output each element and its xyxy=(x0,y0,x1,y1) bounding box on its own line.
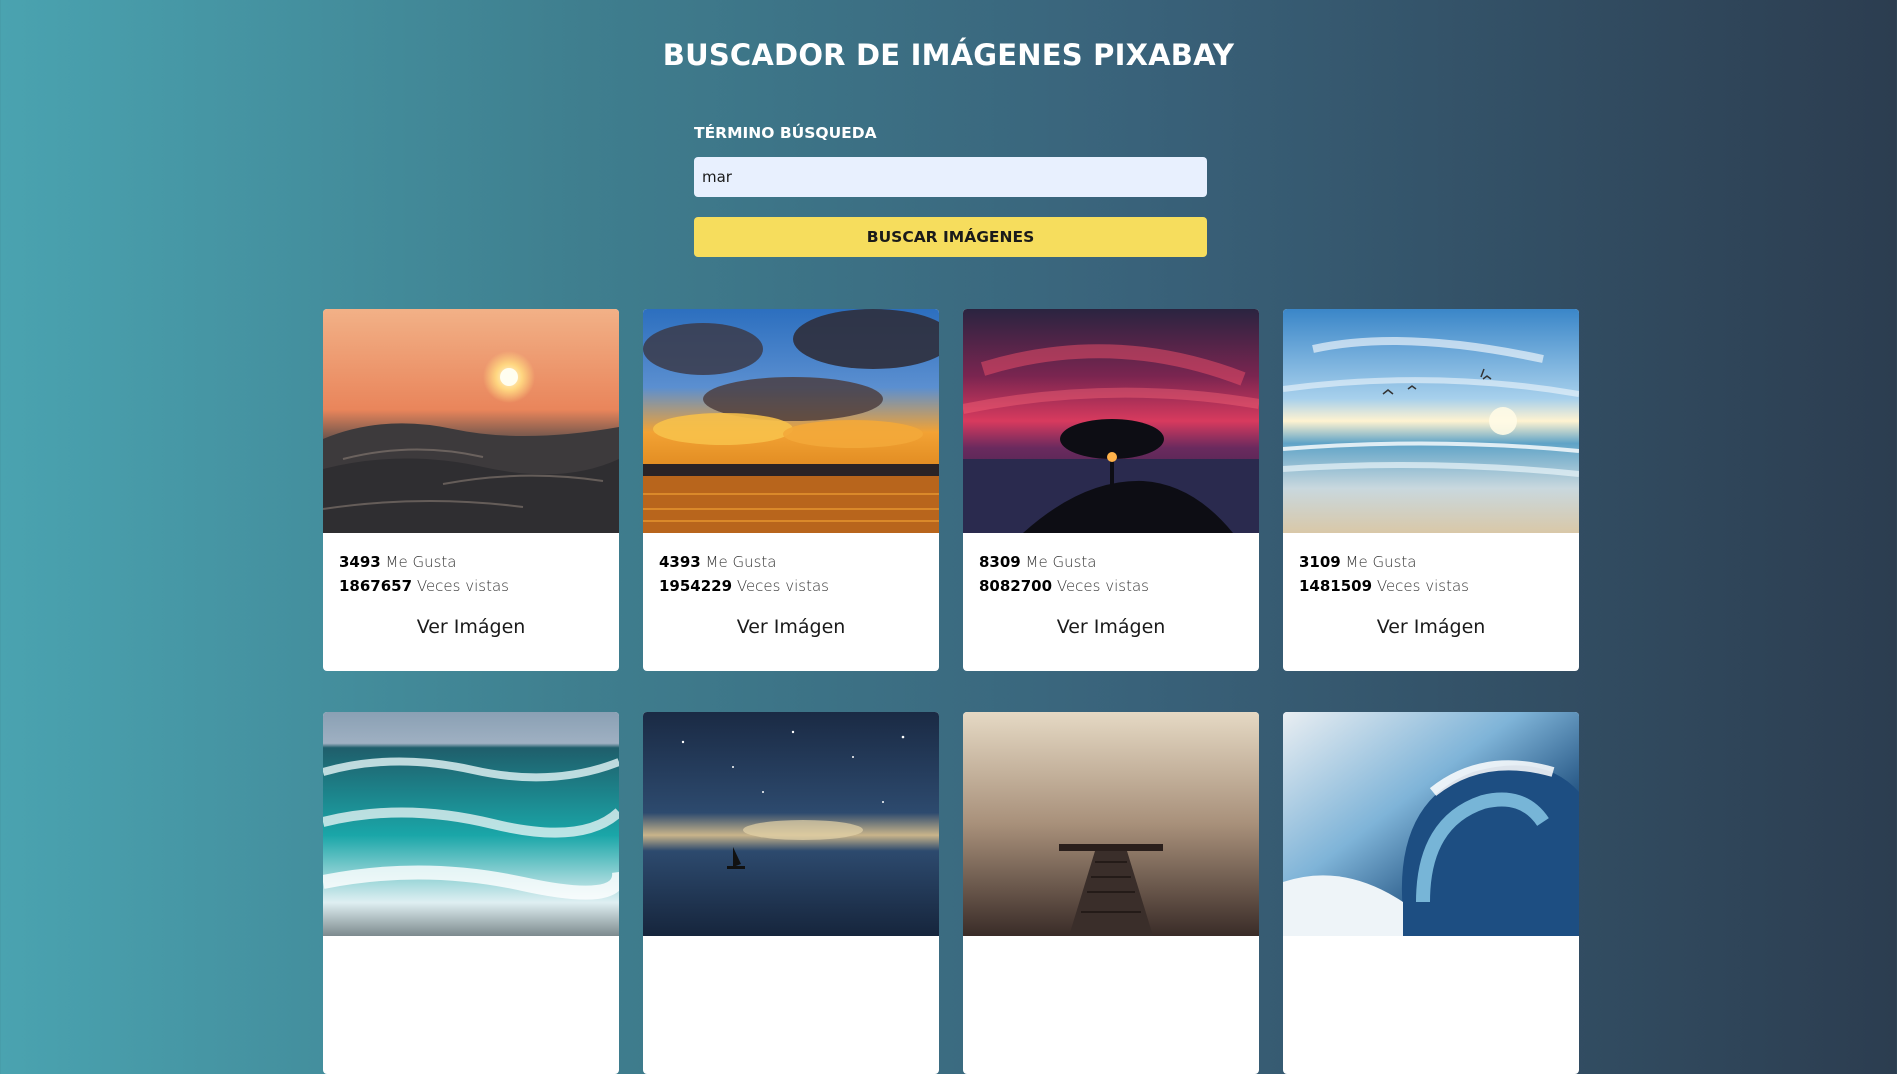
likes-line: 4393 Me Gusta xyxy=(659,550,923,574)
views-label: Veces vistas xyxy=(1376,577,1469,595)
likes-count: 3109 xyxy=(1299,553,1341,571)
likes-label: Me Gusta xyxy=(1025,553,1097,571)
views-count: 1867657 xyxy=(339,577,413,595)
result-image-tree-silhouette-red-sky xyxy=(963,309,1259,533)
likes-label: Me Gusta xyxy=(705,553,777,571)
views-line: 8082700 Veces vistas xyxy=(979,574,1243,598)
views-line: 1867657 Veces vistas xyxy=(339,574,603,598)
page-title: BUSCADOR DE IMÁGENES PIXABAY xyxy=(662,38,1235,72)
likes-count: 8309 xyxy=(979,553,1021,571)
result-card xyxy=(963,712,1259,1074)
result-image-sunset-clouds-over-sea xyxy=(643,309,939,533)
views-label: Veces vistas xyxy=(736,577,829,595)
view-image-link[interactable]: Ver Imágen xyxy=(979,616,1243,638)
result-image-ocean-wave-sunset xyxy=(323,309,619,533)
search-input[interactable] xyxy=(694,157,1207,197)
result-card: 3109 Me Gusta 1481509 Veces vistas Ver I… xyxy=(1283,309,1579,671)
card-body: 4393 Me Gusta 1954229 Veces vistas Ver I… xyxy=(643,533,939,638)
result-image-turquoise-waves xyxy=(323,712,619,936)
result-image-sailboat-starry-night xyxy=(643,712,939,936)
likes-label: Me Gusta xyxy=(385,553,457,571)
card-body: 3493 Me Gusta 1867657 Veces vistas Ver I… xyxy=(323,533,619,638)
result-card xyxy=(323,712,619,1074)
likes-line: 3493 Me Gusta xyxy=(339,550,603,574)
likes-line: 8309 Me Gusta xyxy=(979,550,1243,574)
result-image-pier-in-fog xyxy=(963,712,1259,936)
likes-label: Me Gusta xyxy=(1345,553,1417,571)
result-card xyxy=(1283,712,1579,1074)
view-image-link[interactable]: Ver Imágen xyxy=(339,616,603,638)
results-grid: 3493 Me Gusta 1867657 Veces vistas Ver I… xyxy=(323,309,1580,1074)
likes-count: 4393 xyxy=(659,553,701,571)
search-label: TÉRMINO BÚSQUEDA xyxy=(694,124,877,142)
result-card: 8309 Me Gusta 8082700 Veces vistas Ver I… xyxy=(963,309,1259,671)
view-image-link[interactable]: Ver Imágen xyxy=(659,616,923,638)
result-card: 3493 Me Gusta 1867657 Veces vistas Ver I… xyxy=(323,309,619,671)
search-button[interactable]: BUSCAR IMÁGENES xyxy=(694,217,1207,257)
card-body: 3109 Me Gusta 1481509 Veces vistas Ver I… xyxy=(1283,533,1579,638)
views-label: Veces vistas xyxy=(1056,577,1149,595)
result-card: 4393 Me Gusta 1954229 Veces vistas Ver I… xyxy=(643,309,939,671)
likes-count: 3493 xyxy=(339,553,381,571)
views-label: Veces vistas xyxy=(416,577,509,595)
views-count: 8082700 xyxy=(979,577,1053,595)
views-count: 1954229 xyxy=(659,577,733,595)
views-line: 1954229 Veces vistas xyxy=(659,574,923,598)
card-body: 8309 Me Gusta 8082700 Veces vistas Ver I… xyxy=(963,533,1259,638)
view-image-link[interactable]: Ver Imágen xyxy=(1299,616,1563,638)
result-image-breaking-wave xyxy=(1283,712,1579,936)
views-count: 1481509 xyxy=(1299,577,1373,595)
views-line: 1481509 Veces vistas xyxy=(1299,574,1563,598)
likes-line: 3109 Me Gusta xyxy=(1299,550,1563,574)
result-image-beach-with-birds xyxy=(1283,309,1579,533)
search-form: TÉRMINO BÚSQUEDA BUSCAR IMÁGENES xyxy=(694,121,1207,257)
result-card xyxy=(643,712,939,1074)
